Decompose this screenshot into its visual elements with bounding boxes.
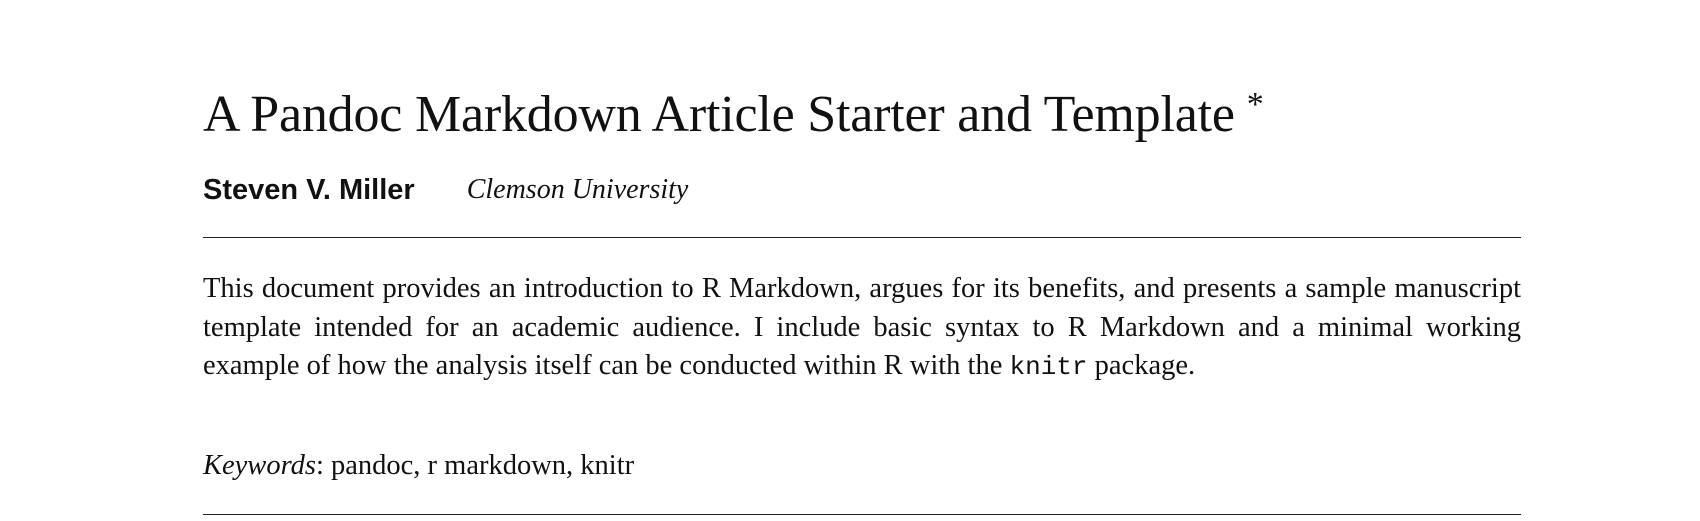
- author-block: Steven V. Miller Clemson University: [203, 170, 688, 210]
- keywords: Keywords: pandoc, r markdown, knitr: [203, 447, 634, 485]
- abstract-code-package: knitr: [1009, 352, 1088, 382]
- paper-title: A Pandoc Markdown Article Starter and Te…: [203, 74, 1264, 146]
- abstract-text: This document provides an introduction t…: [203, 273, 1521, 381]
- title-footnote-mark: *: [1246, 86, 1264, 123]
- author-affiliation: Clemson University: [466, 174, 689, 205]
- abstract-text-end: package.: [1087, 350, 1196, 381]
- keywords-label: Keywords: [203, 450, 316, 481]
- keywords-values: pandoc, r markdown, knitr: [331, 450, 635, 481]
- paper-title-text: A Pandoc Markdown Article Starter and Te…: [203, 86, 1235, 143]
- abstract-top-rule: [203, 237, 1521, 238]
- author-name: Steven V. Miller: [203, 174, 415, 206]
- keywords-separator: :: [315, 450, 324, 481]
- abstract-bottom-rule: [203, 514, 1521, 515]
- abstract: This document provides an introduction t…: [203, 270, 1521, 387]
- paper-title-page: A Pandoc Markdown Article Starter and Te…: [0, 0, 1700, 521]
